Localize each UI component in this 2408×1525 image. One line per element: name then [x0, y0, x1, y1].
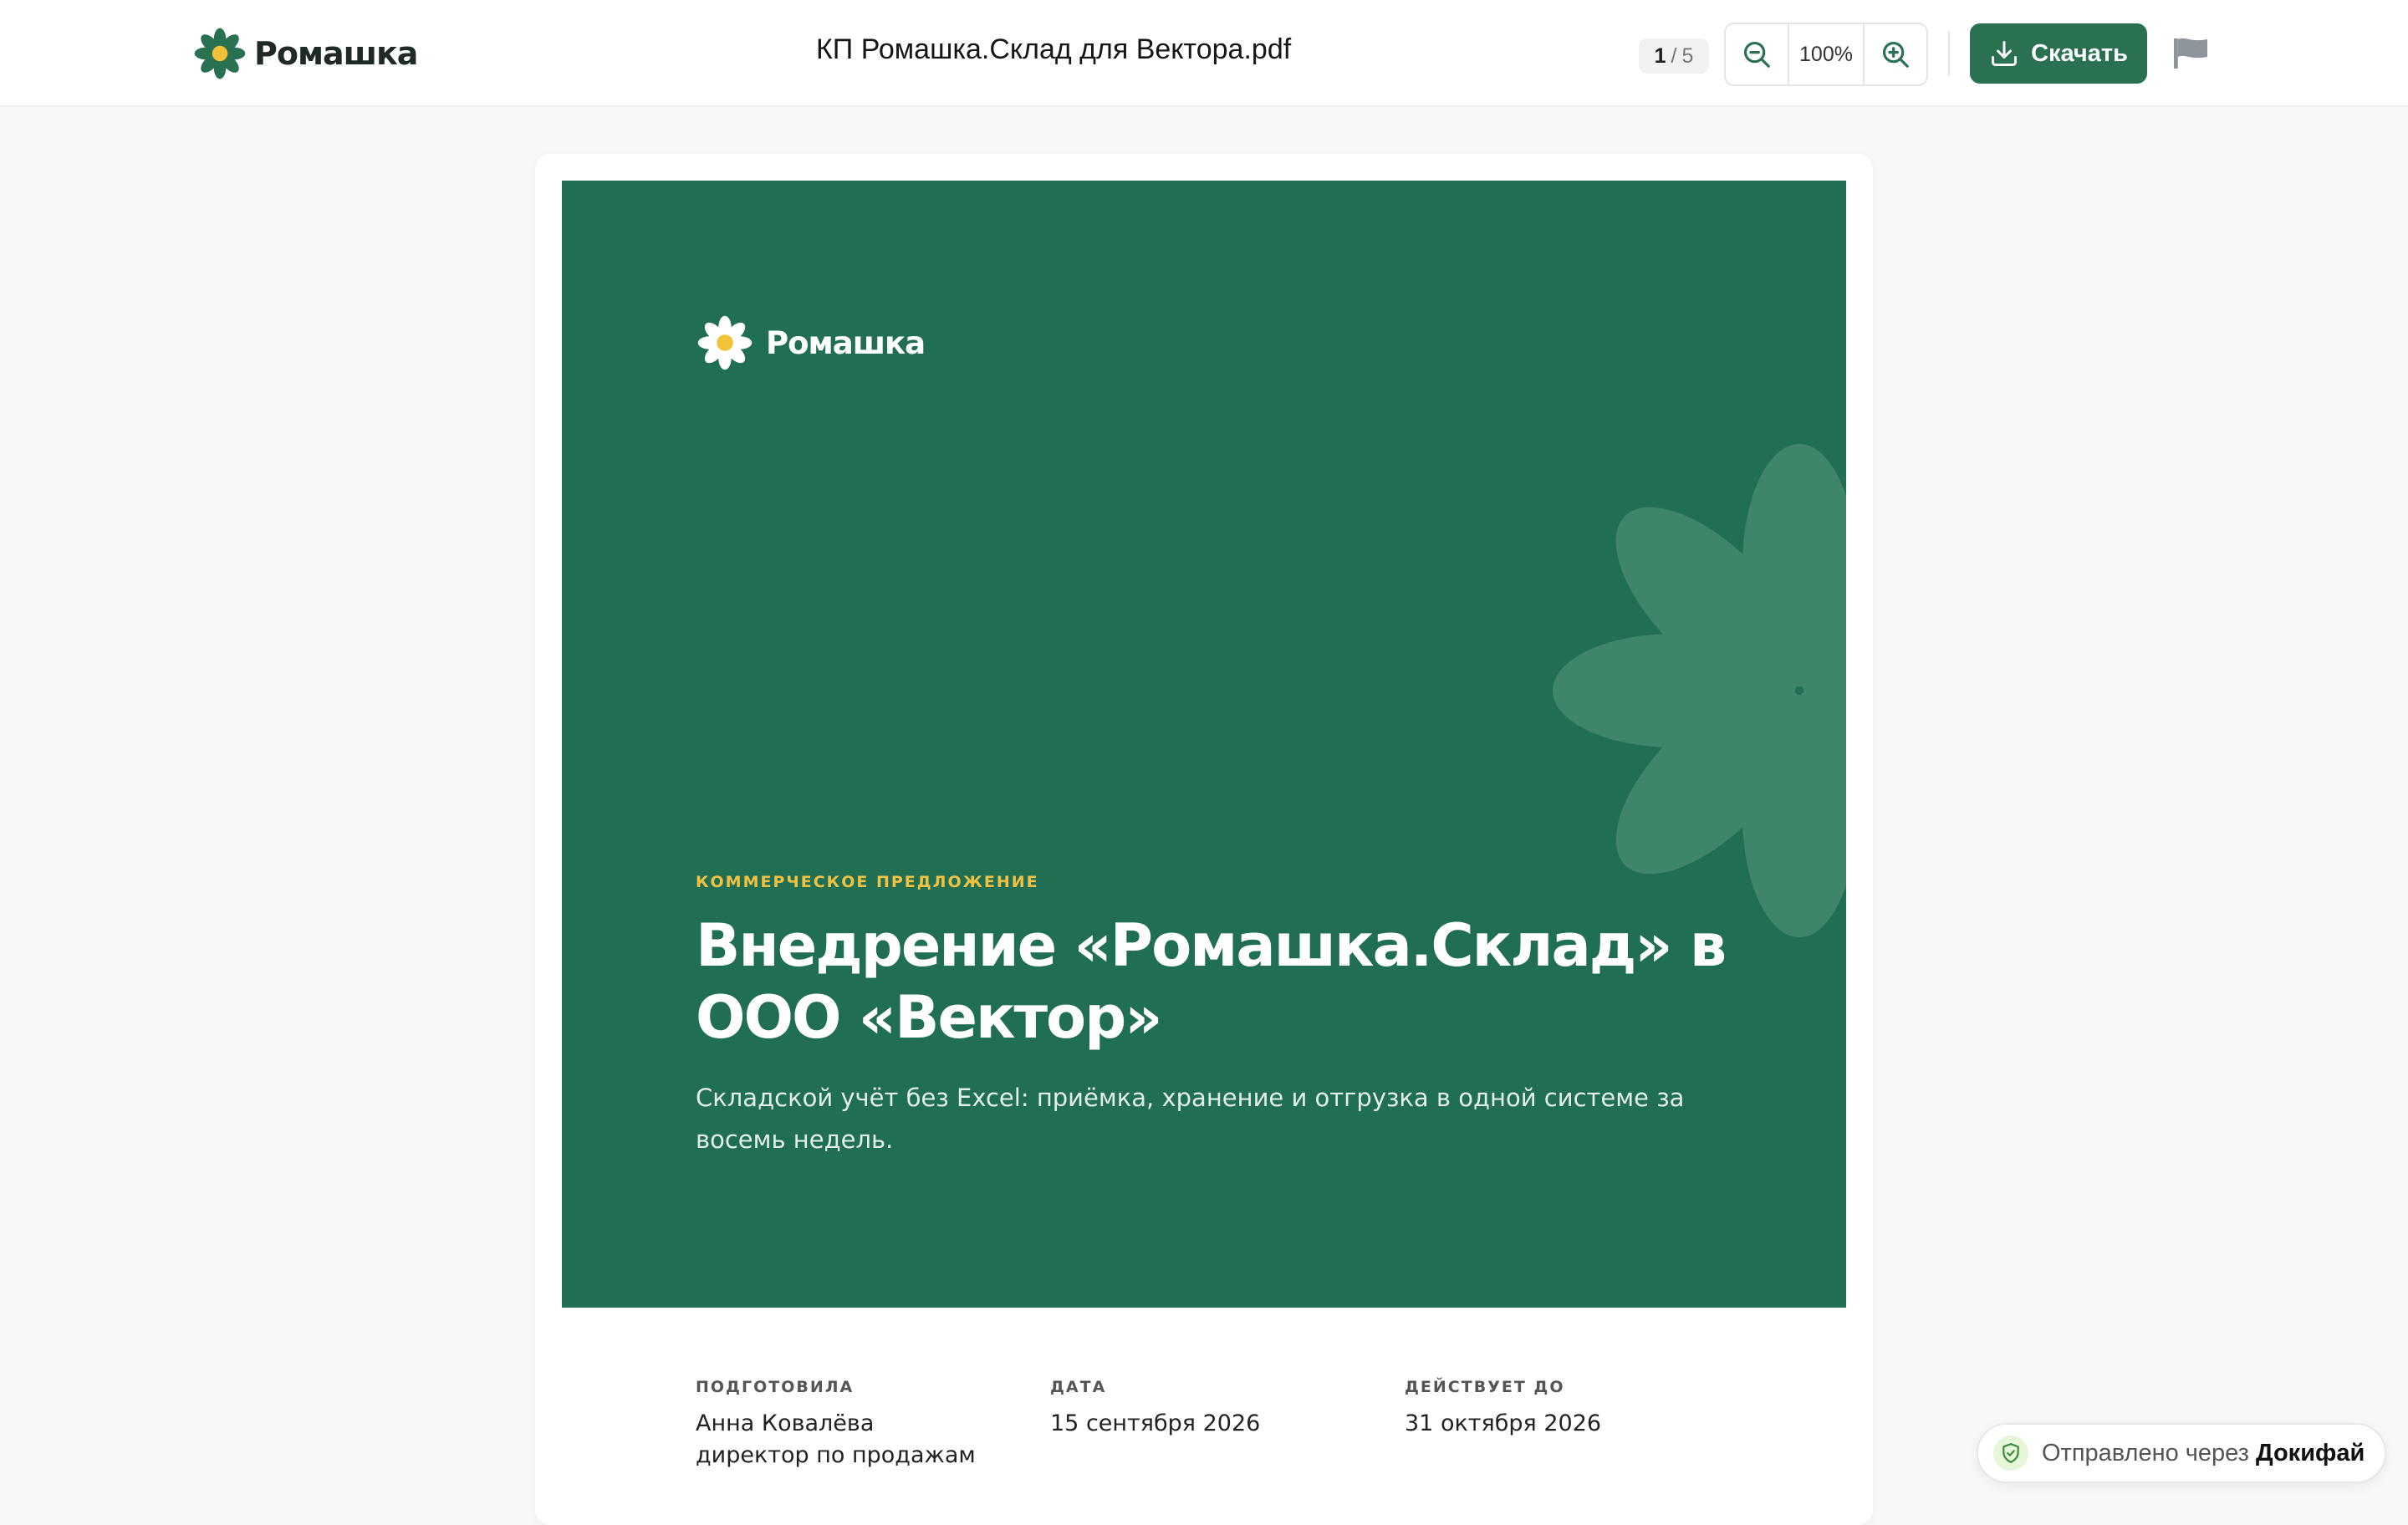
- meta-prepared-role: директор по продажам: [696, 1442, 976, 1468]
- meta-date-value: 15 сентября 2026: [1050, 1410, 1261, 1436]
- meta-valid-label: ДЕЙСТВУЕТ ДО: [1405, 1378, 1565, 1396]
- download-button[interactable]: Скачать: [1970, 23, 2147, 84]
- decorative-daisy-icon: [1553, 444, 1846, 937]
- cover-brand-name: Ромашка: [766, 324, 926, 361]
- brand-name: Ромашка: [254, 35, 418, 72]
- zoom-in-button[interactable]: [1865, 24, 1926, 84]
- sent-via-badge[interactable]: Отправлено через Докифай: [1977, 1423, 2386, 1483]
- download-label: Скачать: [2031, 39, 2128, 67]
- meta-prepared-label: ПОДГОТОВИЛА: [696, 1378, 855, 1396]
- page-indicator: 1 / 5: [1639, 38, 1709, 74]
- cover-eyebrow: КОММЕРЧЕСКОЕ ПРЕДЛОЖЕНИЕ: [696, 873, 1039, 891]
- brand-logo[interactable]: Ромашка: [192, 25, 418, 82]
- cover-subtitle: Складской учёт без Excel: приёмка, хране…: [696, 1084, 1685, 1154]
- zoom-controls: 100%: [1724, 23, 1928, 86]
- daisy-logo-icon: [194, 28, 246, 79]
- shield-check-icon: [2002, 1443, 2019, 1463]
- cover-panel: Ромашка КОММЕРЧЕСКОЕ ПРЕДЛОЖЕНИЕ Внедрен…: [562, 181, 1846, 1308]
- meta-prepared-by: ПОДГОТОВИЛА Анна Ковалёва директор по пр…: [696, 1378, 976, 1471]
- page-separator: /: [1671, 43, 1677, 68]
- sent-via-service: Докифай: [2255, 1439, 2365, 1466]
- toolbar-divider: [1948, 32, 1950, 75]
- meta-prepared-name: Анна Ковалёва: [696, 1410, 875, 1436]
- flag-icon: [2174, 38, 2207, 69]
- document-title: КП Ромашка.Склад для Вектора.pdf: [816, 33, 1292, 65]
- zoom-level: 100%: [1788, 24, 1865, 84]
- report-button[interactable]: [2172, 37, 2209, 70]
- meta-date-label: ДАТА: [1050, 1378, 1107, 1396]
- meta-date: ДАТА 15 сентября 2026: [1050, 1378, 1260, 1440]
- daisy-logo-icon: [697, 315, 752, 370]
- zoom-out-button[interactable]: [1726, 24, 1788, 84]
- zoom-out-icon: [1743, 41, 1770, 68]
- shield-badge: [1993, 1436, 2028, 1471]
- cover-brand-logo: Ромашка: [696, 313, 926, 373]
- zoom-in-icon: [1882, 41, 1909, 68]
- sent-via-text: Отправлено через: [2042, 1439, 2249, 1466]
- download-icon: [1992, 41, 2018, 66]
- cover-headline: Внедрение «Ромашка.Склад» в ООО «Вектор»: [696, 911, 1727, 1052]
- meta-valid-value: 31 октября 2026: [1405, 1410, 1602, 1436]
- viewer-toolbar: Ромашка КП Ромашка.Склад для Вектора.pdf…: [0, 0, 2408, 107]
- page-total: 5: [1681, 43, 1694, 68]
- page-current: 1: [1654, 43, 1666, 68]
- meta-valid-until: ДЕЙСТВУЕТ ДО 31 октября 2026: [1405, 1378, 1601, 1440]
